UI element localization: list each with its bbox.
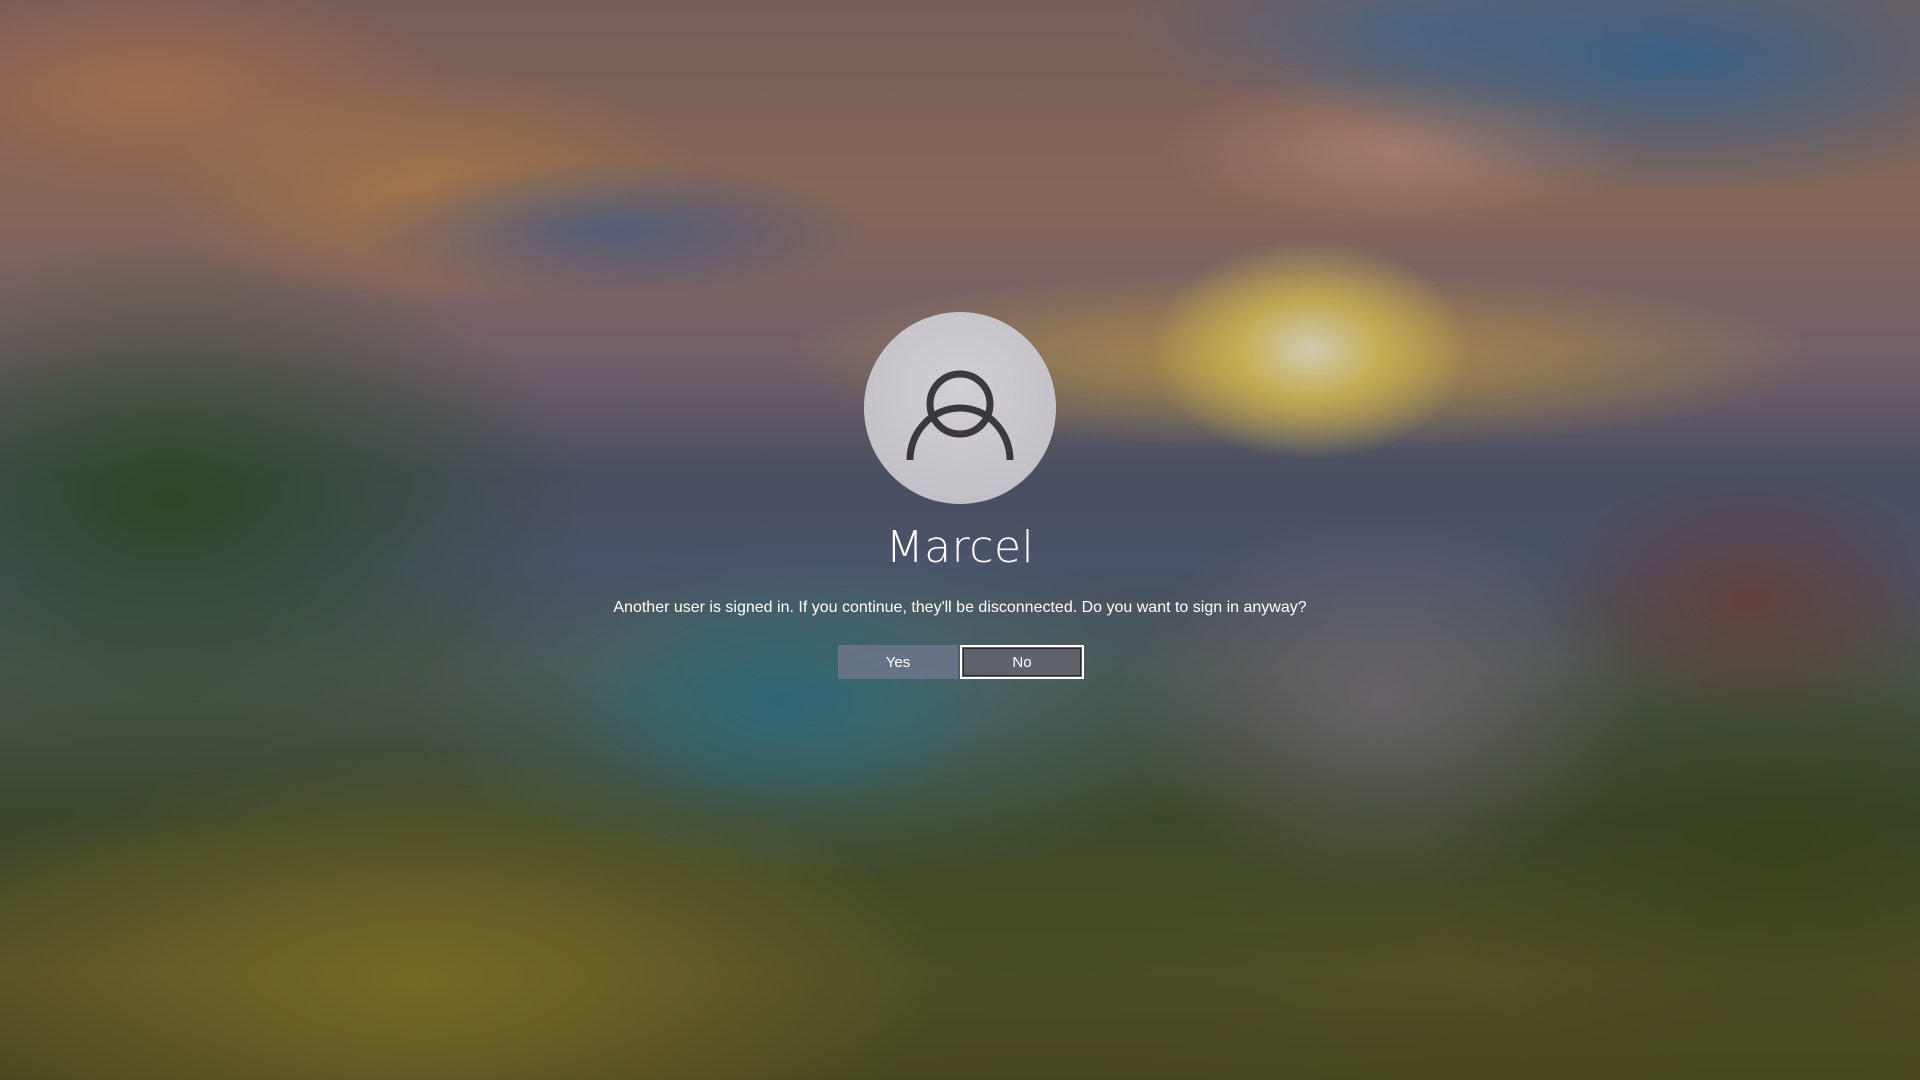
yes-button[interactable]: Yes bbox=[838, 645, 958, 679]
sign-in-warning-message: Another user is signed in. If you contin… bbox=[613, 599, 1307, 616]
user-icon bbox=[906, 370, 1014, 461]
dialog-buttons: Yes No bbox=[838, 645, 1084, 679]
sign-in-panel: Marcel Another user is signed in. If you… bbox=[0, 0, 1920, 1080]
user-name: Marcel bbox=[885, 522, 1035, 573]
user-avatar bbox=[864, 312, 1056, 504]
no-button[interactable]: No bbox=[960, 645, 1084, 679]
